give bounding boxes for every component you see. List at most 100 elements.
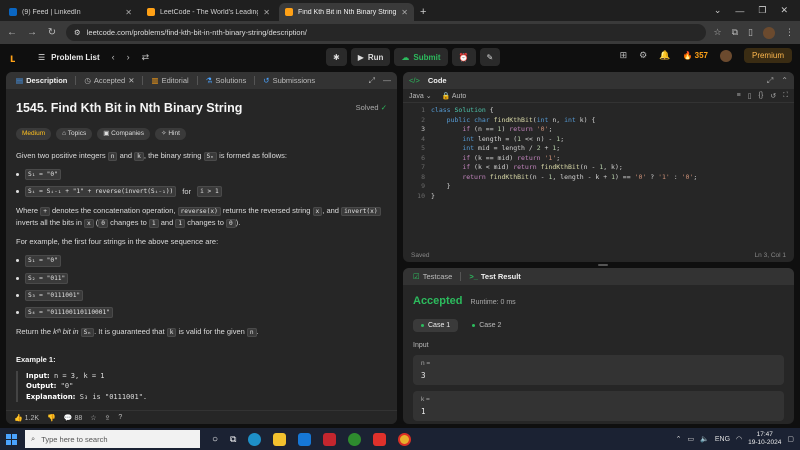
maximize-icon[interactable]: ⤢	[767, 76, 773, 86]
edge-icon[interactable]	[248, 432, 262, 446]
bookmark-icon[interactable]: ▯	[748, 92, 752, 100]
media-player-icon[interactable]	[373, 432, 387, 446]
wifi-icon[interactable]: ◠	[736, 435, 742, 443]
close-icon[interactable]: ✕	[401, 8, 408, 17]
close-icon[interactable]: ✕	[128, 76, 134, 85]
like-button[interactable]: 👍 1.2K	[14, 414, 39, 422]
leetcode-logo-icon[interactable]: ʟ	[10, 51, 24, 65]
header-right: ⊞ ⚙ 🔔 🔥 357 Premium	[620, 48, 792, 63]
tag-hint[interactable]: ✧ Hint	[155, 127, 186, 140]
share-icon[interactable]: ⇪	[105, 414, 111, 422]
run-button[interactable]: ▶ Run	[350, 48, 391, 66]
maximize-icon[interactable]: ⤢	[369, 76, 375, 86]
tag-companies[interactable]: ▣ Companies	[97, 127, 151, 140]
language-indicator[interactable]: ENG	[715, 436, 730, 443]
code: k	[166, 328, 177, 338]
new-tab-icon[interactable]: +	[420, 6, 426, 18]
user-avatar[interactable]	[719, 49, 732, 62]
prev-problem-icon[interactable]: ‹	[112, 52, 115, 63]
book-icon: ▥	[151, 76, 159, 85]
resize-handle[interactable]	[598, 264, 608, 266]
network-icon[interactable]: ▭	[688, 435, 695, 443]
code-sn: Sₙ	[203, 151, 217, 161]
restore-icon[interactable]: ❐	[758, 5, 766, 16]
tab-solutions[interactable]: ⚗ Solutions	[202, 76, 251, 85]
tab-testcase[interactable]: ☑ Testcase	[409, 272, 456, 281]
browser-tab-leetcode[interactable]: LeetCode - The World's Leading ✕	[141, 3, 276, 21]
code: reverse(x)	[177, 207, 221, 217]
tag-difficulty[interactable]: Medium	[16, 127, 52, 140]
layout-grid-icon[interactable]: ⊞	[620, 50, 628, 61]
windows-taskbar: ⌕ Type here to search ○ ⧉ ⌃ ▭ 🔈 ENG ◠ 17…	[0, 428, 800, 450]
reload-icon[interactable]: ↻	[46, 27, 58, 38]
taskbar-search[interactable]: ⌕ Type here to search	[25, 430, 200, 448]
sequence-code: S₄ = "011100110110001"	[25, 307, 113, 319]
tab-test-result[interactable]: >_ Test Result	[465, 272, 524, 281]
task-view-icon[interactable]: ⧉	[230, 434, 236, 445]
cortana-icon[interactable]: ○	[212, 434, 218, 445]
minimize-icon[interactable]: —	[735, 6, 744, 16]
extensions-icon[interactable]: ⧉	[732, 27, 738, 38]
settings-gear-icon[interactable]: ⚙	[639, 50, 647, 61]
comments-button[interactable]: 💬 88	[64, 414, 82, 422]
file-explorer-icon[interactable]	[273, 432, 287, 446]
mail-icon[interactable]	[298, 432, 312, 446]
format-icon[interactable]: ≡	[737, 92, 741, 100]
case-1-button[interactable]: Case 1	[413, 319, 459, 332]
tab-submissions[interactable]: ↺ Submissions	[259, 76, 319, 85]
notifications-icon[interactable]: ▢	[787, 435, 794, 443]
debug-button[interactable]: ✱	[326, 48, 347, 66]
bell-icon[interactable]: 🔔	[659, 50, 670, 61]
chrome-icon[interactable]	[398, 432, 412, 446]
browser-tab-problem[interactable]: Find Kth Bit in Nth Binary String ✕	[279, 3, 414, 21]
problem-list-button[interactable]: ☰ Problem List	[38, 53, 100, 62]
dislike-icon[interactable]: 👎	[47, 414, 56, 422]
minimize-panel-icon[interactable]: ⌃	[781, 76, 788, 86]
close-icon[interactable]: ✕	[263, 8, 270, 17]
text: ).	[235, 217, 241, 227]
code-bracket-icon: </>	[409, 76, 420, 85]
timer-button[interactable]: ⏰	[451, 48, 476, 66]
browser-tab-linkedin[interactable]: (9) Feed | LinkedIn ✕	[3, 3, 138, 21]
notes-button[interactable]: ✎	[479, 48, 501, 66]
xbox-icon[interactable]	[348, 432, 362, 446]
next-problem-icon[interactable]: ›	[127, 52, 130, 63]
tab-description[interactable]: ▤ Description	[12, 76, 71, 85]
auto-mode[interactable]: 🔒 Auto	[442, 92, 467, 100]
star-icon[interactable]: ☆	[90, 414, 96, 422]
url-field[interactable]: ⚙ leetcode.com/problems/find-kth-bit-in-…	[66, 24, 706, 41]
menu-dots-icon[interactable]: ⋮	[785, 27, 794, 38]
site-info-icon[interactable]: ⚙	[74, 28, 81, 37]
close-icon[interactable]: ✕	[125, 8, 132, 17]
submit-button[interactable]: ☁ Submit	[394, 48, 448, 66]
volume-icon[interactable]: 🔈	[700, 435, 709, 443]
windows-start-icon[interactable]	[6, 433, 17, 445]
tab-editorial[interactable]: ▥ Editorial	[147, 76, 192, 85]
reset-icon[interactable]: ↺	[770, 92, 776, 100]
tag-topics[interactable]: ⌂ Topics	[56, 127, 93, 140]
bookmark-star-icon[interactable]: ☆	[714, 27, 722, 38]
app-icon[interactable]	[323, 432, 337, 446]
input-value: 1	[421, 407, 426, 416]
fullscreen-icon[interactable]: ⛶	[783, 92, 788, 100]
code-editor[interactable]: 1 2 3 4 5 6 7 8 9 10 class Solution { pu…	[403, 103, 794, 201]
help-icon[interactable]: ?	[118, 414, 122, 421]
close-window-icon[interactable]: ✕	[780, 5, 788, 16]
chevron-up-icon[interactable]: ⌃	[676, 435, 682, 443]
sidepanel-icon[interactable]: ▯	[748, 27, 753, 38]
premium-button[interactable]: Premium	[743, 48, 792, 63]
shuffle-icon[interactable]: ⇄	[142, 52, 150, 63]
lock-icon: ▣	[103, 129, 110, 137]
case-2-button[interactable]: Case 2	[464, 319, 509, 332]
minimize-panel-icon[interactable]: —	[383, 76, 391, 86]
braces-icon[interactable]: {}	[759, 92, 764, 100]
text: kᵗʰ bit in	[53, 327, 79, 337]
back-icon[interactable]: ←	[6, 27, 18, 38]
streak-counter[interactable]: 🔥 357	[682, 51, 708, 60]
chevron-down-icon[interactable]: ⌄	[714, 5, 722, 16]
clock[interactable]: 17:47 19-10-2024	[748, 431, 781, 447]
tab-accepted[interactable]: ◷ Accepted ✕	[80, 76, 138, 85]
profile-avatar[interactable]	[763, 26, 775, 39]
language-select[interactable]: Java ⌄	[409, 92, 432, 100]
forward-icon[interactable]: →	[26, 27, 38, 38]
